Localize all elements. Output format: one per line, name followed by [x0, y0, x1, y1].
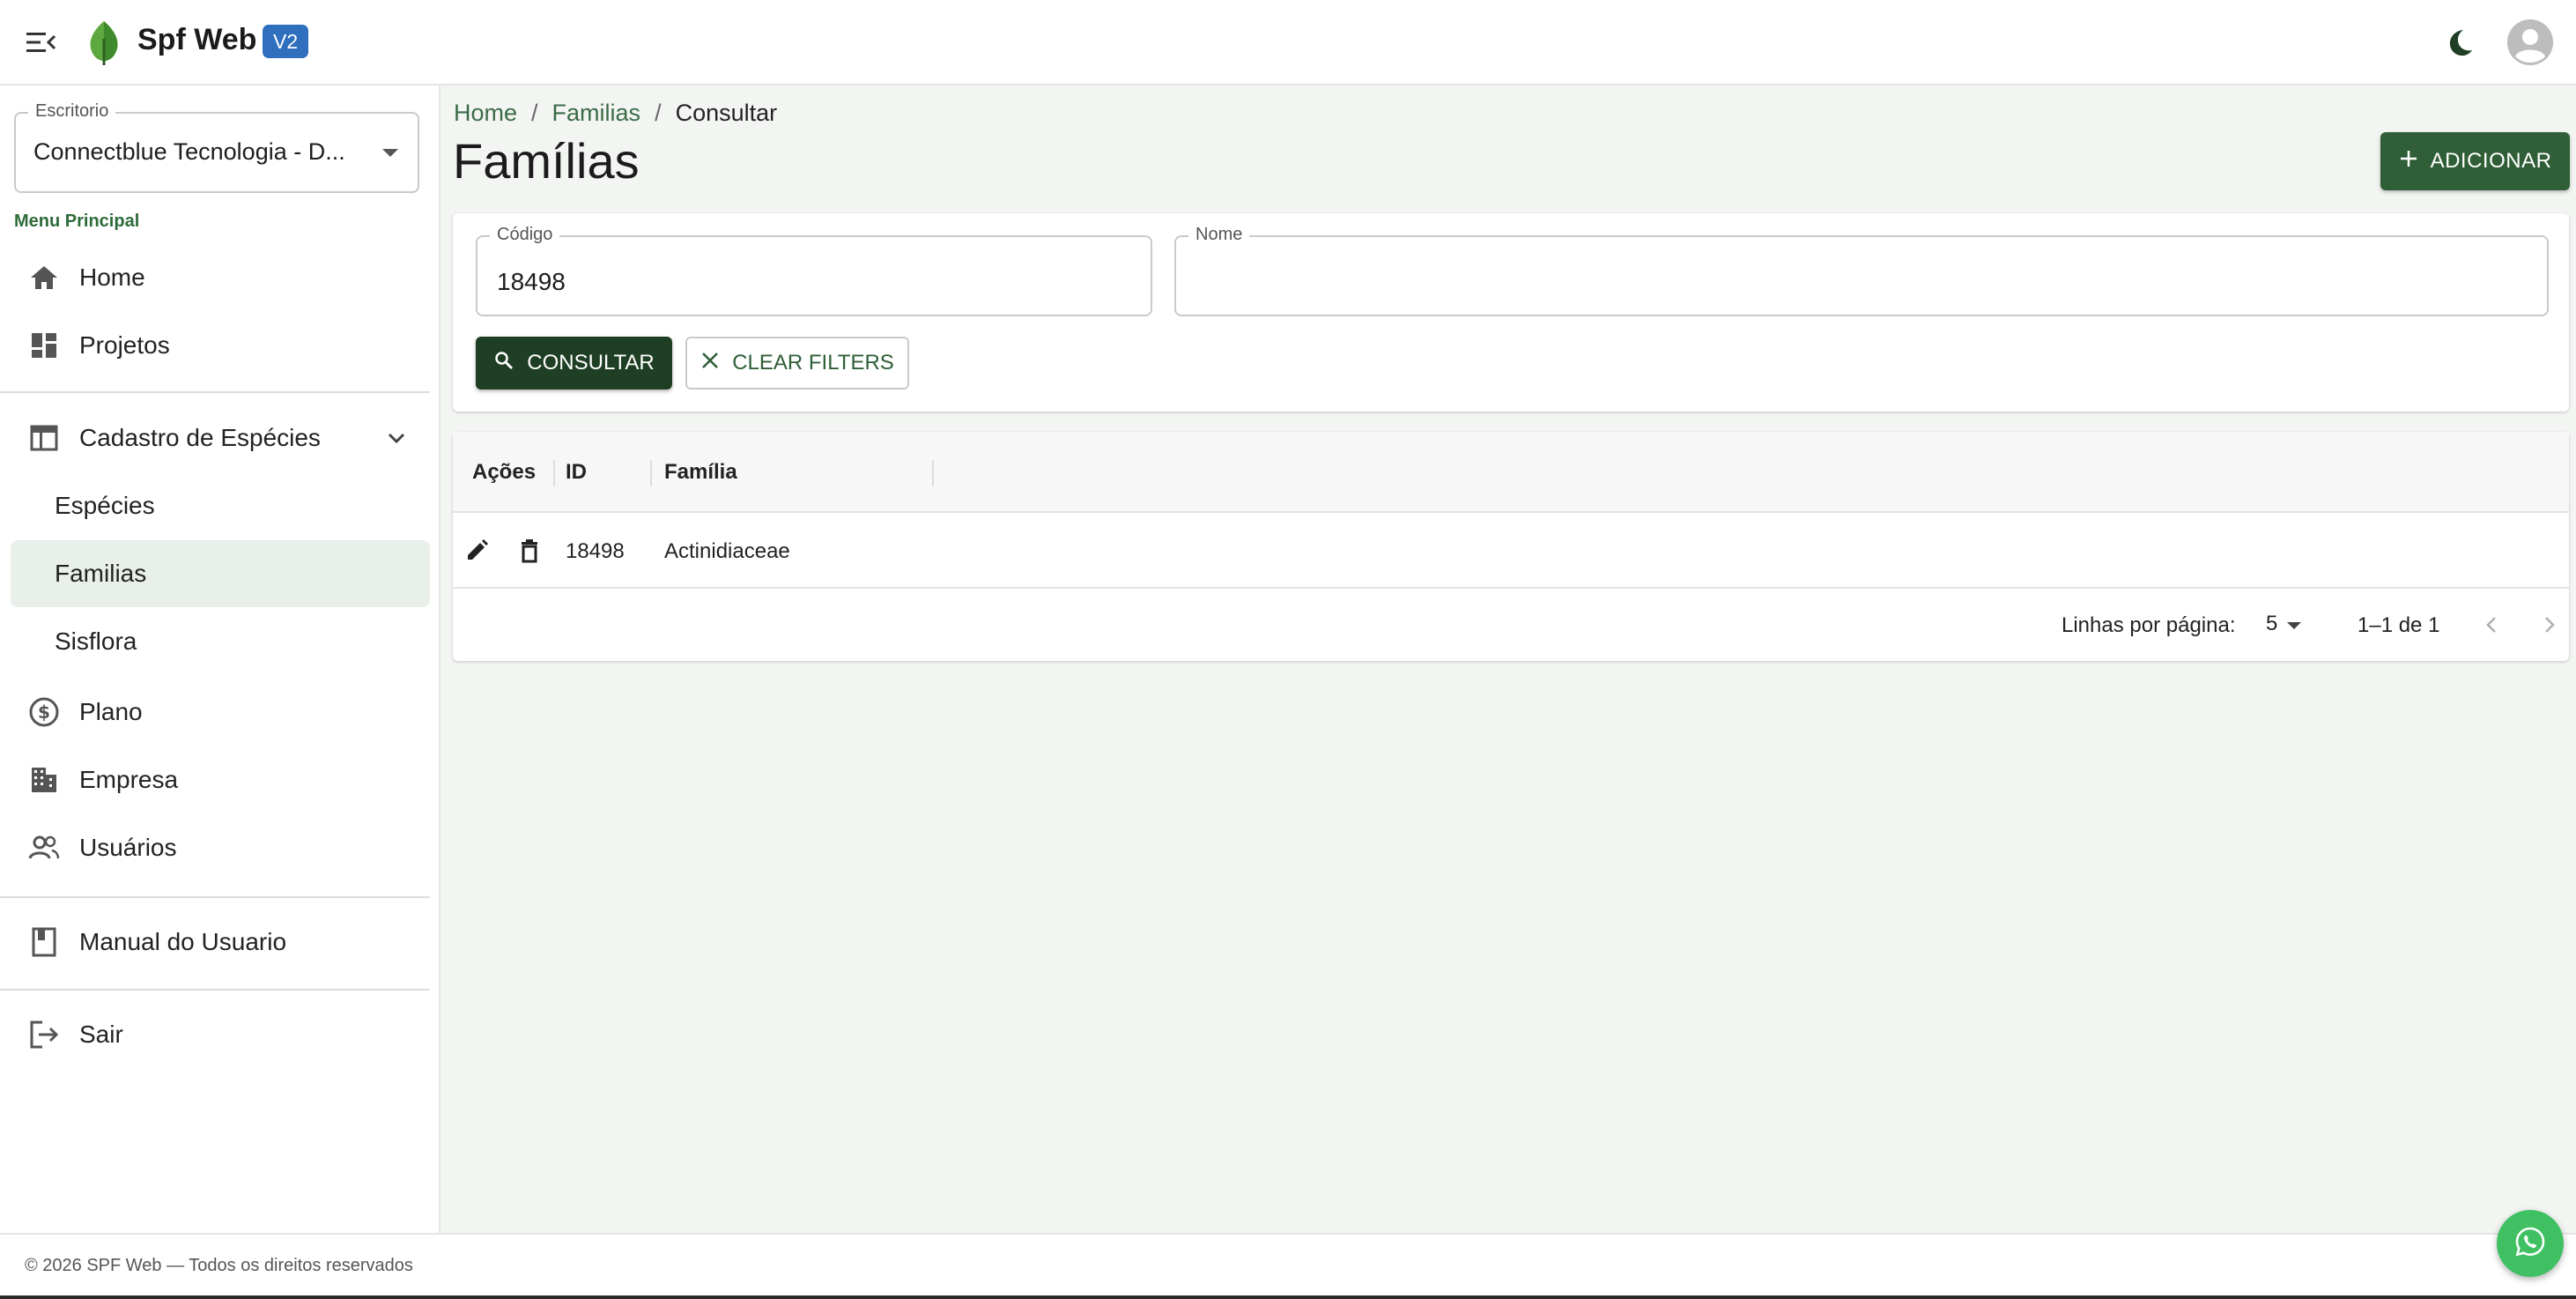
sidebar-divider	[0, 391, 430, 393]
dashboard-icon	[28, 330, 60, 361]
sidebar: Escritorio Connectblue Tecnologia - D...…	[0, 85, 440, 1233]
app-bar: Spf Web V2	[0, 0, 2576, 85]
column-separator[interactable]	[650, 460, 652, 486]
dark-mode-moon-icon[interactable]	[2442, 25, 2477, 60]
office-select-value: Connectblue Tecnologia - D...	[33, 138, 345, 165]
column-header-acoes[interactable]: Ações	[472, 460, 536, 485]
breadcrumb-home[interactable]: Home	[454, 100, 517, 127]
clear-filters-label: CLEAR FILTERS	[732, 351, 894, 375]
sidebar-item-sair[interactable]: Sair	[11, 1001, 430, 1068]
consult-button-label: CONSULTAR	[527, 351, 655, 375]
logout-icon	[28, 1019, 60, 1050]
sidebar-item-especies[interactable]: Espécies	[11, 472, 430, 539]
breadcrumb: Home / Familias / Consultar	[454, 100, 777, 127]
page-title: Famílias	[453, 133, 640, 189]
chevron-down-icon[interactable]	[384, 427, 409, 449]
close-icon	[700, 351, 720, 376]
sidebar-item-sisflora[interactable]: Sisflora	[11, 608, 430, 675]
leaf-logo-icon	[86, 19, 122, 65]
nome-field[interactable]: Nome	[1174, 225, 2549, 316]
sidebar-item-cadastro-especies[interactable]: Cadastro de Espécies	[11, 405, 430, 471]
sidebar-item-empresa[interactable]: Empresa	[11, 746, 430, 813]
building-icon	[28, 764, 60, 796]
cell-id: 18498	[566, 539, 625, 563]
sidebar-item-label: Usuários	[79, 834, 177, 861]
results-table: Ações ID Família 18498 Actinidiaceae Lin…	[453, 432, 2569, 661]
whatsapp-icon	[2513, 1224, 2548, 1264]
sidebar-item-label: Cadastro de Espécies	[79, 424, 321, 451]
codigo-input[interactable]	[477, 237, 1151, 315]
sidebar-item-label: Manual do Usuario	[79, 928, 287, 955]
sidebar-item-usuarios[interactable]: Usuários	[11, 814, 430, 881]
breadcrumb-current: Consultar	[675, 100, 778, 126]
sidebar-divider	[0, 989, 430, 991]
column-separator[interactable]	[553, 460, 555, 486]
search-icon	[493, 350, 514, 377]
add-button[interactable]: ADICIONAR	[2380, 132, 2570, 190]
sidebar-item-label: Projetos	[79, 331, 170, 359]
column-header-id[interactable]: ID	[566, 460, 587, 485]
menu-section-title: Menu Principal	[14, 212, 140, 231]
previous-page-icon[interactable]	[2477, 610, 2507, 640]
footer: © 2026 SPF Web — Todos os direitos reser…	[0, 1233, 2576, 1299]
whatsapp-chat-button[interactable]	[2497, 1210, 2564, 1277]
sidebar-divider	[0, 896, 430, 898]
footer-bottom-border	[0, 1295, 2576, 1299]
office-select-label: Escritorio	[28, 101, 116, 122]
menu-collapse-icon[interactable]	[25, 26, 58, 58]
sidebar-item-label: Sair	[79, 1021, 123, 1048]
next-page-icon[interactable]	[2534, 610, 2564, 640]
sidebar-item-label: Familias	[55, 560, 147, 587]
column-header-familia[interactable]: Família	[664, 460, 737, 485]
svg-text:$: $	[38, 701, 50, 723]
table-row: 18498 Actinidiaceae	[453, 513, 2569, 589]
sidebar-item-familias[interactable]: Familias	[11, 540, 430, 607]
table-pagination: Linhas por página: 5 1–1 de 1	[453, 589, 2569, 661]
sidebar-item-home[interactable]: Home	[11, 244, 430, 311]
people-icon	[28, 832, 60, 864]
plus-icon	[2399, 149, 2418, 174]
sidebar-item-label: Empresa	[79, 766, 179, 793]
clear-filters-button[interactable]: CLEAR FILTERS	[685, 337, 909, 390]
add-button-label: ADICIONAR	[2430, 149, 2552, 173]
sidebar-item-projetos[interactable]: Projetos	[11, 312, 430, 379]
dollar-circle-icon: $	[28, 696, 60, 728]
column-separator[interactable]	[932, 460, 934, 486]
sidebar-item-label: Plano	[79, 698, 143, 725]
home-icon	[28, 262, 60, 293]
table-icon	[28, 422, 60, 454]
dropdown-arrow-icon[interactable]	[2287, 622, 2301, 629]
edit-pencil-icon[interactable]	[463, 538, 490, 564]
office-select[interactable]: Escritorio Connectblue Tecnologia - D...	[14, 101, 419, 193]
table-header: Ações ID Família	[453, 432, 2569, 513]
nome-input[interactable]	[1176, 237, 2547, 315]
version-badge: V2	[263, 25, 309, 58]
delete-trash-icon[interactable]	[516, 538, 543, 564]
breadcrumb-familias[interactable]: Familias	[552, 100, 641, 127]
book-icon	[28, 926, 60, 958]
sidebar-item-label: Sisflora	[55, 627, 137, 655]
sidebar-item-label: Home	[79, 264, 145, 291]
consult-button[interactable]: CONSULTAR	[476, 337, 672, 390]
codigo-field[interactable]: Código	[476, 225, 1152, 316]
account-avatar[interactable]	[2507, 19, 2553, 65]
rows-per-page-select[interactable]: 5	[2266, 612, 2277, 636]
dropdown-arrow-icon[interactable]	[382, 149, 398, 157]
sidebar-item-manual[interactable]: Manual do Usuario	[11, 909, 430, 976]
pagination-range: 1–1 de 1	[2358, 613, 2440, 637]
filter-card: Código Nome CONSULTAR CLEAR FILTERS	[453, 213, 2569, 412]
sidebar-item-label: Espécies	[55, 492, 155, 519]
rows-per-page-label: Linhas por página:	[2062, 613, 2236, 637]
breadcrumb-separator: /	[531, 100, 538, 126]
breadcrumb-separator: /	[655, 100, 662, 126]
footer-copyright: © 2026 SPF Web — Todos os direitos reser…	[25, 1256, 413, 1275]
cell-familia: Actinidiaceae	[664, 539, 790, 563]
sidebar-item-plano[interactable]: $ Plano	[11, 679, 430, 746]
app-title: Spf Web	[137, 23, 257, 56]
